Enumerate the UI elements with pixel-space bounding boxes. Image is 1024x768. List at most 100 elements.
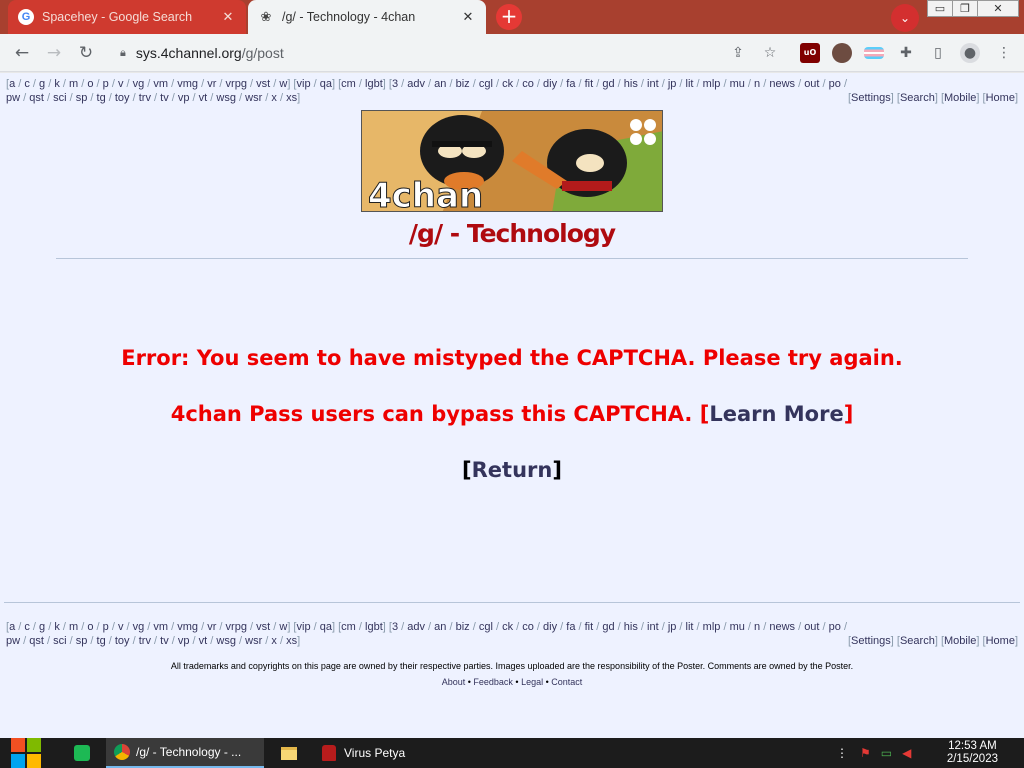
board-link-fit[interactable]: fit [585, 621, 594, 633]
taskbar-item-chrome[interactable]: /g/ - Technology - ... [106, 738, 264, 768]
action-center-flag-icon[interactable]: ⚑ [860, 746, 871, 760]
board-link-lgbt[interactable]: lgbt [365, 621, 383, 633]
board-link-sp[interactable]: sp [76, 635, 88, 647]
board-link-biz[interactable]: biz [456, 78, 470, 90]
tab-google-search[interactable]: G Spacehey - Google Search ✕ [8, 0, 246, 34]
puzzle-extensions-icon[interactable]: ✚ [896, 43, 916, 63]
board-link-cm[interactable]: cm [341, 621, 356, 633]
menu-kebab-icon[interactable]: ⋮ [994, 43, 1014, 63]
nav-link-home[interactable]: Home [986, 92, 1015, 104]
board-link-pw[interactable]: pw [6, 92, 20, 104]
address-bar[interactable]: 🔒︎ sys.4channel.org/g/post [110, 38, 790, 68]
board-link-gd[interactable]: gd [602, 621, 614, 633]
back-icon[interactable]: ← [10, 41, 34, 65]
board-link-mu[interactable]: mu [730, 78, 745, 90]
board-link-vst[interactable]: vst [256, 78, 270, 90]
footer-link-feedback[interactable]: Feedback [473, 677, 513, 687]
board-link-diy[interactable]: diy [543, 621, 557, 633]
board-link-wsr[interactable]: wsr [245, 635, 262, 647]
board-link-ck[interactable]: ck [502, 78, 513, 90]
board-link-trv[interactable]: trv [139, 92, 151, 104]
board-link-vt[interactable]: vt [199, 92, 208, 104]
board-link-xs[interactable]: xs [286, 92, 297, 104]
close-tab-icon[interactable]: ✕ [460, 10, 476, 25]
board-link-fit[interactable]: fit [585, 78, 594, 90]
board-link-vst[interactable]: vst [256, 621, 270, 633]
nav-link-search[interactable]: Search [900, 635, 935, 647]
board-link-qa[interactable]: qa [320, 621, 332, 633]
avatar-extension-icon[interactable] [832, 43, 852, 63]
board-link-vr[interactable]: vr [207, 78, 216, 90]
taskbar-item-explorer[interactable] [272, 738, 306, 768]
board-link-sci[interactable]: sci [53, 92, 66, 104]
board-link-qst[interactable]: qst [29, 92, 44, 104]
board-link-an[interactable]: an [434, 78, 446, 90]
board-link-m[interactable]: m [69, 78, 78, 90]
minimize-button[interactable]: ▭ [927, 0, 953, 17]
board-link-his[interactable]: his [624, 78, 638, 90]
board-link-diy[interactable]: diy [543, 78, 557, 90]
footer-link-about[interactable]: About [442, 677, 466, 687]
board-link-an[interactable]: an [434, 621, 446, 633]
board-link-po[interactable]: po [829, 621, 841, 633]
board-link-wsg[interactable]: wsg [216, 92, 236, 104]
board-link-wsg[interactable]: wsg [216, 635, 236, 647]
board-link-vrpg[interactable]: vrpg [226, 621, 247, 633]
footer-link-contact[interactable]: Contact [551, 677, 582, 687]
banner-image[interactable]: 4chan [361, 110, 663, 212]
board-link-gd[interactable]: gd [602, 78, 614, 90]
board-link-cgl[interactable]: cgl [479, 621, 493, 633]
board-link-pw[interactable]: pw [6, 635, 20, 647]
trans-flag-extension-icon[interactable] [864, 47, 884, 59]
board-link-sci[interactable]: sci [53, 635, 66, 647]
tab-4chan-technology[interactable]: ❀ /g/ - Technology - 4chan ✕ [248, 0, 486, 34]
board-link-mlp[interactable]: mlp [703, 621, 721, 633]
board-link-mlp[interactable]: mlp [703, 78, 721, 90]
board-link-trv[interactable]: trv [139, 635, 151, 647]
ublock-origin-icon[interactable]: uO [800, 43, 820, 63]
nav-link-mobile[interactable]: Mobile [944, 92, 976, 104]
board-link-int[interactable]: int [647, 78, 659, 90]
forward-icon[interactable]: → [42, 41, 66, 65]
board-link-tg[interactable]: tg [97, 635, 106, 647]
board-link-vp[interactable]: vp [178, 635, 190, 647]
side-panel-icon[interactable]: ▯ [928, 43, 948, 63]
taskbar-item-petya[interactable]: Virus Petya [314, 738, 424, 768]
nav-link-search[interactable]: Search [900, 92, 935, 104]
board-link-qst[interactable]: qst [29, 635, 44, 647]
profile-icon[interactable]: ● [960, 43, 980, 63]
board-link-vp[interactable]: vp [178, 92, 190, 104]
board-link-vt[interactable]: vt [199, 635, 208, 647]
board-link-po[interactable]: po [829, 78, 841, 90]
board-link-adv[interactable]: adv [407, 621, 425, 633]
learn-more-link[interactable]: Learn More [709, 402, 843, 426]
board-link-toy[interactable]: toy [115, 92, 130, 104]
board-link-news[interactable]: news [769, 621, 795, 633]
nav-link-settings[interactable]: Settings [851, 635, 891, 647]
board-link-vip[interactable]: vip [297, 78, 311, 90]
board-link-news[interactable]: news [769, 78, 795, 90]
nav-link-settings[interactable]: Settings [851, 92, 891, 104]
board-link-vm[interactable]: vm [153, 621, 168, 633]
volume-muted-icon[interactable]: ◀ [902, 746, 911, 760]
spotify-taskbar-button[interactable] [66, 738, 98, 768]
board-link-cgl[interactable]: cgl [479, 78, 493, 90]
board-link-vip[interactable]: vip [297, 621, 311, 633]
nav-link-home[interactable]: Home [986, 635, 1015, 647]
board-link-vmg[interactable]: vmg [177, 621, 198, 633]
board-link-wsr[interactable]: wsr [245, 92, 262, 104]
board-link-lgbt[interactable]: lgbt [365, 78, 383, 90]
board-link-co[interactable]: co [522, 621, 534, 633]
board-link-sp[interactable]: sp [76, 92, 88, 104]
board-link-adv[interactable]: adv [407, 78, 425, 90]
board-link-vg[interactable]: vg [133, 78, 145, 90]
tab-search-button[interactable]: ⌄ [891, 4, 919, 32]
board-link-biz[interactable]: biz [456, 621, 470, 633]
tray-overflow-icon[interactable]: ⋮ [836, 746, 848, 760]
lock-icon[interactable]: 🔒︎ [120, 46, 126, 60]
board-link-his[interactable]: his [624, 621, 638, 633]
new-tab-button[interactable]: + [496, 4, 522, 30]
restore-button[interactable]: ❐ [952, 0, 978, 17]
return-link[interactable]: Return [472, 458, 553, 482]
board-link-mu[interactable]: mu [730, 621, 745, 633]
